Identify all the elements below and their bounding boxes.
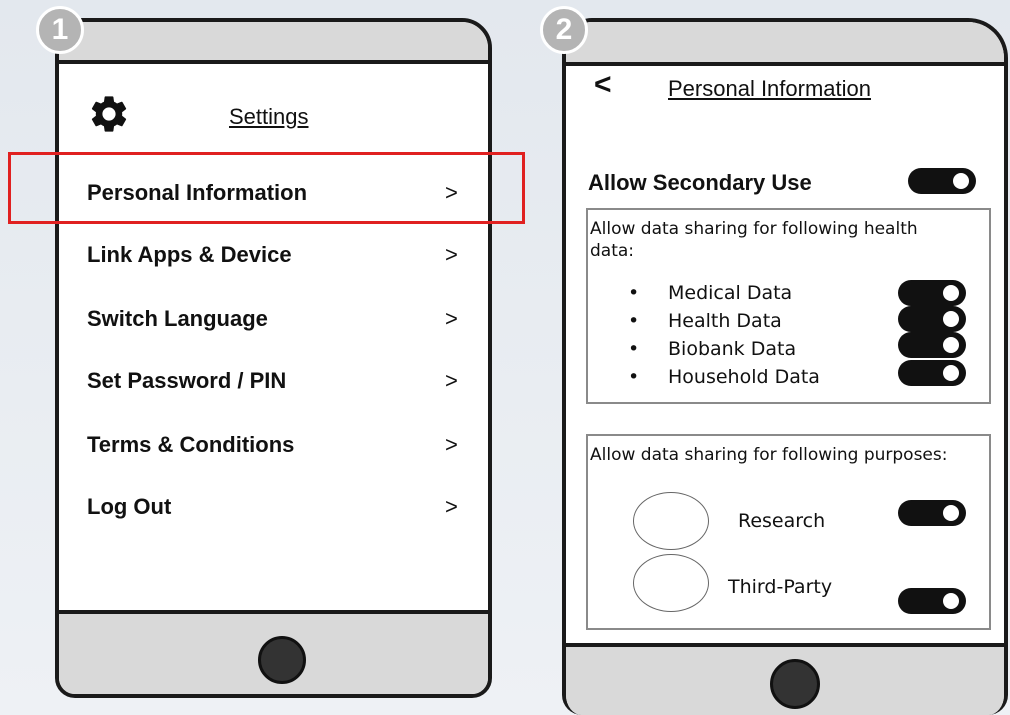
menu-item-label: Switch Language [87, 306, 268, 331]
health-data-panel: Allow data sharing for following health … [586, 208, 991, 404]
list-item-label: Household Data [668, 366, 820, 388]
menu-item-label: Terms & Conditions [87, 432, 295, 457]
page-title: Personal Information [668, 76, 871, 101]
medical-data-toggle[interactable] [898, 280, 966, 306]
health-data-intro: Allow data sharing for following health … [590, 219, 918, 261]
step-badge-2: 2 [540, 6, 588, 54]
menu-item-label: Link Apps & Device [87, 242, 292, 267]
back-button[interactable]: < [594, 68, 612, 102]
list-item-label: Health Data [668, 310, 782, 332]
biobank-data-toggle[interactable] [898, 332, 966, 358]
purposes-panel: Allow data sharing for following purpose… [586, 434, 991, 630]
third-party-label: Third-Party [728, 576, 833, 598]
chevron-right-icon: > [445, 368, 458, 393]
bullet-icon: • [628, 366, 640, 388]
highlight-box [8, 152, 525, 224]
home-button[interactable] [770, 659, 820, 709]
health-data-toggle[interactable] [898, 306, 966, 332]
chevron-right-icon: > [445, 306, 458, 331]
bullet-icon: • [628, 282, 640, 304]
menu-item-switch-language[interactable]: Switch Language > [87, 298, 458, 338]
research-toggle[interactable] [898, 500, 966, 526]
list-item-biobank-data: • Biobank Data [628, 338, 796, 360]
bullet-icon: • [628, 338, 640, 360]
chevron-right-icon: > [445, 432, 458, 457]
menu-item-label: Set Password / PIN [87, 368, 287, 393]
chevron-right-icon: > [445, 494, 458, 519]
purposes-intro: Allow data sharing for following purpose… [590, 445, 948, 465]
menu-item-set-password-pin[interactable]: Set Password / PIN > [87, 360, 458, 400]
home-button[interactable] [258, 636, 306, 684]
phone-top-bezel [59, 22, 488, 64]
chevron-right-icon: > [445, 242, 458, 267]
step-badge-1: 1 [36, 6, 84, 54]
list-item-label: Medical Data [668, 282, 793, 304]
research-label: Research [738, 510, 826, 532]
menu-item-terms-conditions[interactable]: Terms & Conditions > [87, 424, 458, 464]
menu-item-label: Log Out [87, 494, 172, 519]
list-item-household-data: • Household Data [628, 366, 820, 388]
personal-info-phone: < Personal Information Allow Secondary U… [562, 18, 1008, 715]
settings-phone: Settings Personal Information > Link App… [55, 18, 492, 698]
settings-title: Settings [229, 104, 309, 129]
list-item-health-data: • Health Data [628, 310, 782, 332]
research-circle-icon[interactable] [633, 492, 709, 550]
secondary-use-label: Allow Secondary Use [588, 170, 812, 195]
secondary-use-toggle[interactable] [908, 168, 976, 194]
third-party-toggle[interactable] [898, 588, 966, 614]
list-item-label: Biobank Data [668, 338, 797, 360]
phone-top-bezel [566, 22, 1004, 66]
settings-header: Settings [87, 92, 467, 142]
menu-item-link-apps-device[interactable]: Link Apps & Device > [87, 234, 458, 274]
bullet-icon: • [628, 310, 640, 332]
list-item-medical-data: • Medical Data [628, 282, 792, 304]
household-data-toggle[interactable] [898, 360, 966, 386]
third-party-circle-icon[interactable] [633, 554, 709, 612]
gear-icon[interactable] [87, 92, 131, 136]
menu-item-log-out[interactable]: Log Out > [87, 486, 458, 526]
